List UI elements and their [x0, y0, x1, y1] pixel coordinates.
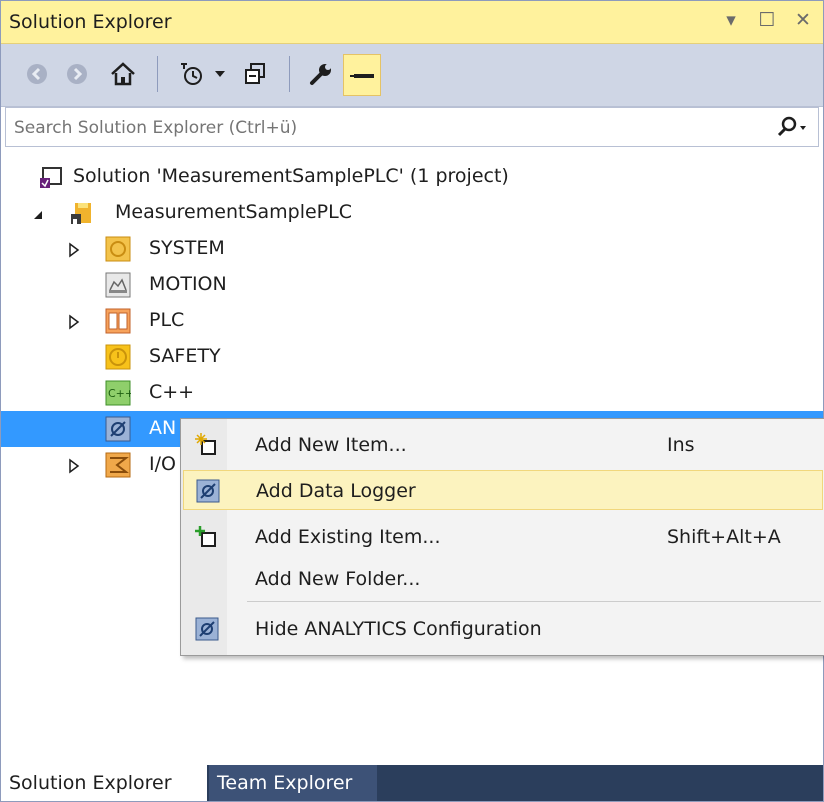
menu-item-shortcut: Ins: [667, 434, 695, 456]
tree-item-project[interactable]: MeasurementSamplePLC: [1, 195, 823, 231]
data-logger-icon: [196, 479, 220, 503]
tree-item-system[interactable]: SYSTEM: [1, 231, 823, 267]
tree-item-label: PLC: [149, 309, 185, 331]
tree-item-label: SAFETY: [149, 345, 221, 367]
add-existing-item-icon: [195, 525, 219, 549]
filter-dropdown-button[interactable]: [211, 54, 229, 94]
pin-button[interactable]: [343, 54, 381, 96]
solution-explorer-panel: Solution Explorer ▾ ☐ ✕ Search Solution …: [0, 0, 824, 802]
tree-item-label: MeasurementSamplePLC: [115, 201, 352, 223]
tree-item-cpp[interactable]: C++ C++: [1, 375, 823, 411]
plc-icon: [105, 308, 131, 334]
context-menu: Add New Item... Ins Add Data Logger Add …: [180, 418, 824, 656]
close-icon[interactable]: ✕: [793, 9, 813, 31]
menu-item-shortcut: Shift+Alt+A: [667, 526, 781, 548]
pending-changes-filter-button[interactable]: [173, 54, 209, 94]
back-icon: [27, 64, 47, 84]
search-box: [5, 107, 819, 147]
tree-item-solution[interactable]: Solution 'MeasurementSamplePLC' (1 proje…: [1, 159, 823, 195]
window-controls: ▾ ☐ ✕: [721, 9, 813, 31]
title-bar: Solution Explorer ▾ ☐ ✕: [1, 1, 823, 44]
analytics-icon: [195, 617, 219, 641]
tree-item-label: I/O: [149, 453, 176, 475]
menu-item-hide-analytics-configuration[interactable]: Hide ANALYTICS Configuration: [183, 609, 823, 649]
tree-item-label: MOTION: [149, 273, 227, 295]
tree-item-label: SYSTEM: [149, 237, 225, 259]
tree-item-motion[interactable]: MOTION: [1, 267, 823, 303]
collapsed-arrow-icon[interactable]: [67, 457, 81, 474]
menu-item-add-new-item[interactable]: Add New Item... Ins: [183, 425, 823, 465]
solution-icon: [39, 164, 65, 190]
home-icon: [111, 62, 135, 86]
tree-item-safety[interactable]: SAFETY: [1, 339, 823, 375]
tree-item-plc[interactable]: PLC: [1, 303, 823, 339]
properties-button[interactable]: [303, 54, 339, 94]
menu-item-label: Add Existing Item...: [255, 526, 441, 548]
pending-changes-filter-icon: [181, 63, 202, 85]
tab-solution-explorer[interactable]: Solution Explorer: [1, 765, 207, 801]
wrench-icon: [310, 64, 331, 85]
expanded-arrow-icon[interactable]: [31, 205, 45, 221]
tab-team-explorer[interactable]: Team Explorer: [209, 765, 377, 801]
forward-icon: [67, 64, 87, 84]
collapsed-arrow-icon[interactable]: [67, 241, 81, 258]
menu-item-label: Add New Item...: [255, 434, 407, 456]
menu-item-label: Hide ANALYTICS Configuration: [255, 618, 542, 640]
dropdown-icon[interactable]: ▾: [721, 9, 741, 31]
system-icon: [105, 236, 131, 262]
tree-item-label: C++: [149, 381, 195, 403]
toolbar-separator: [289, 56, 290, 92]
search-input[interactable]: [12, 114, 736, 142]
menu-item-add-new-folder[interactable]: Add New Folder...: [183, 559, 823, 599]
pin-icon: [350, 74, 374, 78]
io-icon: [105, 452, 131, 478]
tree-item-label: AN: [149, 417, 177, 439]
search-icon: [777, 116, 806, 137]
analytics-icon: [105, 416, 131, 442]
home-button[interactable]: [105, 54, 141, 94]
search-options[interactable]: [776, 114, 808, 144]
bottom-tab-bar: Solution Explorer Team Explorer: [1, 765, 823, 801]
menu-item-add-existing-item[interactable]: Add Existing Item... Shift+Alt+A: [183, 517, 823, 557]
add-new-item-icon: [195, 433, 219, 457]
toolbar: [1, 44, 823, 107]
toolbar-separator: [157, 56, 158, 92]
collapse-all-button[interactable]: [237, 54, 273, 94]
chevron-down-icon: [215, 71, 225, 77]
collapse-all-icon: [245, 63, 265, 84]
menu-item-label: Add New Folder...: [255, 568, 421, 590]
project-icon: [69, 200, 95, 226]
motion-icon: [105, 272, 131, 298]
window-title: Solution Explorer: [9, 11, 172, 33]
forward-button[interactable]: [63, 54, 91, 94]
menu-item-add-data-logger[interactable]: Add Data Logger: [183, 470, 823, 510]
tree-item-label: Solution 'MeasurementSamplePLC' (1 proje…: [73, 165, 509, 187]
maximize-icon[interactable]: ☐: [757, 9, 777, 31]
cpp-icon: C++: [105, 380, 134, 406]
safety-icon: [105, 344, 131, 370]
menu-item-label: Add Data Logger: [256, 480, 416, 502]
svg-text:C++: C++: [108, 387, 131, 400]
collapsed-arrow-icon[interactable]: [67, 313, 81, 330]
back-button[interactable]: [23, 54, 51, 94]
menu-separator: [247, 601, 821, 602]
